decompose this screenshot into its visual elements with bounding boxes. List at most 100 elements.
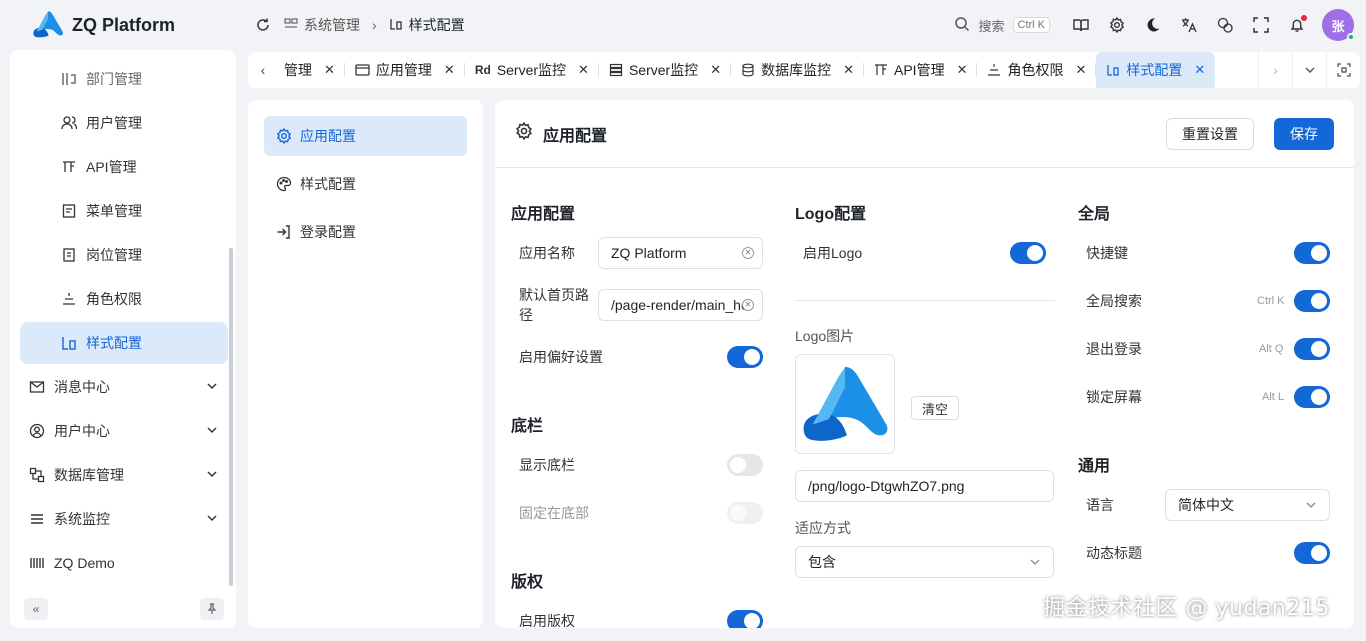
sidebar-item-label: 部门管理 xyxy=(86,71,142,87)
book-icon[interactable] xyxy=(1070,14,1092,36)
sidebar-item-post[interactable]: 岗位管理 xyxy=(20,234,228,276)
tab-bar: ‹ 管理 ✕ 应用管理 ✕ Rd Server监控 ✕ Server监控 ✕ 数… xyxy=(248,52,1360,88)
clear-input-icon[interactable]: ✕ xyxy=(742,299,754,311)
moon-icon[interactable] xyxy=(1142,14,1164,36)
close-icon[interactable]: ✕ xyxy=(1194,62,1205,78)
sidebar-item-message-center[interactable]: 消息中心 xyxy=(20,366,228,408)
bell-icon[interactable] xyxy=(1286,14,1308,36)
logout-toggle[interactable] xyxy=(1294,338,1330,360)
sidebar-item-api[interactable]: API管理 xyxy=(20,146,228,188)
tab-label: Server监控 xyxy=(496,62,567,78)
divider xyxy=(795,300,1055,301)
tab-api-management[interactable]: API管理 ✕ xyxy=(864,52,978,88)
show-footer-toggle[interactable] xyxy=(727,454,763,476)
save-button[interactable]: 保存 xyxy=(1274,118,1334,150)
app-name-label: 应用名称 xyxy=(519,245,575,261)
close-icon[interactable]: ✕ xyxy=(957,62,968,78)
global-search[interactable]: 搜索 Ctrl K xyxy=(954,16,1050,35)
tab-management[interactable]: 管理 ✕ xyxy=(278,52,345,88)
sidebar-item-style-config[interactable]: 样式配置 xyxy=(20,322,228,364)
logout-shortcut: Alt Q xyxy=(1259,343,1284,355)
home-path-value: /page-render/main_ho xyxy=(611,297,749,313)
sidebar-item-label: 样式配置 xyxy=(86,335,142,351)
chevron-down-icon xyxy=(1305,498,1317,514)
tab-role-permission[interactable]: 角色权限 ✕ xyxy=(977,52,1097,88)
tab-app-management[interactable]: 应用管理 ✕ xyxy=(345,52,465,88)
preference-toggle[interactable] xyxy=(727,346,763,368)
chevron-down-icon[interactable] xyxy=(1292,52,1326,88)
settings-menu-app[interactable]: 应用配置 xyxy=(264,116,467,156)
tab-scroll-right-icon[interactable]: › xyxy=(1258,52,1292,88)
home-path-input[interactable]: /page-render/main_ho ✕ xyxy=(598,289,763,321)
app-name-input[interactable]: ZQ Platform ✕ xyxy=(598,237,763,269)
tab-style-config[interactable]: 样式配置 ✕ xyxy=(1096,52,1216,88)
gear-icon[interactable] xyxy=(1106,14,1128,36)
mail-icon xyxy=(28,378,46,396)
enable-logo-toggle[interactable] xyxy=(1010,242,1046,264)
close-icon[interactable]: ✕ xyxy=(324,62,335,78)
clear-logo-button[interactable]: 清空 xyxy=(911,396,959,420)
global-search-label: 全局搜索 xyxy=(1086,293,1142,309)
close-icon[interactable]: ✕ xyxy=(1075,62,1086,78)
sidebar-item-users[interactable]: 用户管理 xyxy=(20,102,228,144)
shortcut-toggle[interactable] xyxy=(1294,242,1330,264)
sidebar-item-label: 系统监控 xyxy=(54,511,110,527)
department-icon xyxy=(60,70,78,88)
sidebar-item-label: 数据库管理 xyxy=(54,467,124,483)
global-search-toggle[interactable] xyxy=(1294,290,1330,312)
settings-menu-login[interactable]: 登录配置 xyxy=(264,212,467,252)
sidebar-item-label: 岗位管理 xyxy=(86,247,142,263)
sidebar-item-department[interactable]: 部门管理 xyxy=(20,58,228,100)
enable-copyright-toggle[interactable] xyxy=(727,610,763,628)
reset-button[interactable]: 重置设置 xyxy=(1166,118,1254,150)
avatar[interactable]: 张 xyxy=(1322,9,1355,41)
language-select[interactable]: 简体中文 xyxy=(1165,489,1330,521)
section-title-logo: Logo配置 xyxy=(795,206,867,223)
breadcrumb-item[interactable]: 系统管理 xyxy=(284,15,360,35)
sidebar-item-system-monitor[interactable]: 系统监控 xyxy=(20,498,228,540)
translate-icon[interactable] xyxy=(1178,14,1200,36)
settings-menu-style[interactable]: 样式配置 xyxy=(264,164,467,204)
close-icon[interactable]: ✕ xyxy=(710,62,721,78)
tab-server-monitor-rd[interactable]: Rd Server监控 ✕ xyxy=(465,52,600,88)
api-icon xyxy=(874,63,888,77)
sidebar-item-user-center[interactable]: 用户中心 xyxy=(20,410,228,452)
sidebar-item-database[interactable]: 数据库管理 xyxy=(20,454,228,496)
style-config-icon xyxy=(1106,63,1120,77)
sidebar: 部门管理 用户管理 API管理 菜单管理 岗位管理 角色权限 样式配置 消息中心… xyxy=(10,50,236,628)
brand[interactable]: ZQ Platform xyxy=(0,10,240,41)
breadcrumb-label: 系统管理 xyxy=(304,17,360,33)
fit-mode-label: 适应方式 xyxy=(795,520,851,536)
collapse-sidebar-icon[interactable]: « xyxy=(24,598,48,620)
sidebar-item-label: 用户管理 xyxy=(86,115,142,131)
notification-dot xyxy=(1301,15,1307,21)
lock-screen-toggle[interactable] xyxy=(1294,386,1330,408)
fit-mode-select[interactable]: 包含 xyxy=(795,546,1054,578)
maximize-icon[interactable] xyxy=(1326,52,1360,88)
clear-input-icon[interactable]: ✕ xyxy=(742,247,754,259)
refresh-icon[interactable] xyxy=(252,14,274,36)
fullscreen-icon[interactable] xyxy=(1250,14,1272,36)
close-icon[interactable]: ✕ xyxy=(843,62,854,78)
top-header: ZQ Platform 系统管理 › 样式配置 搜索 Ctrl K 张 xyxy=(0,0,1366,50)
sidebar-scrollbar[interactable] xyxy=(229,248,233,586)
role-icon xyxy=(60,290,78,308)
section-title-copyright: 版权 xyxy=(511,574,544,591)
dynamic-title-toggle[interactable] xyxy=(1294,542,1330,564)
home-path-label: 默认首页路径 xyxy=(519,287,589,323)
sidebar-item-zq-demo[interactable]: ZQ Demo xyxy=(20,542,228,584)
chevron-down-icon xyxy=(206,467,218,483)
fixed-bottom-toggle[interactable] xyxy=(727,502,763,524)
global-search-shortcut: Ctrl K xyxy=(1257,295,1285,307)
close-icon[interactable]: ✕ xyxy=(578,62,589,78)
sidebar-item-role[interactable]: 角色权限 xyxy=(20,278,228,320)
tab-server-monitor[interactable]: Server监控 ✕ xyxy=(599,52,732,88)
tab-database-monitor[interactable]: 数据库监控 ✕ xyxy=(731,52,864,88)
sidebar-item-label: 菜单管理 xyxy=(86,203,142,219)
close-icon[interactable]: ✕ xyxy=(444,62,455,78)
sidebar-item-menu[interactable]: 菜单管理 xyxy=(20,190,228,232)
theme-icon[interactable] xyxy=(1214,14,1236,36)
logo-path-input[interactable]: /png/logo-DtgwhZO7.png xyxy=(795,470,1054,502)
tab-scroll-left-icon[interactable]: ‹ xyxy=(248,52,278,88)
pin-icon[interactable] xyxy=(200,598,224,620)
